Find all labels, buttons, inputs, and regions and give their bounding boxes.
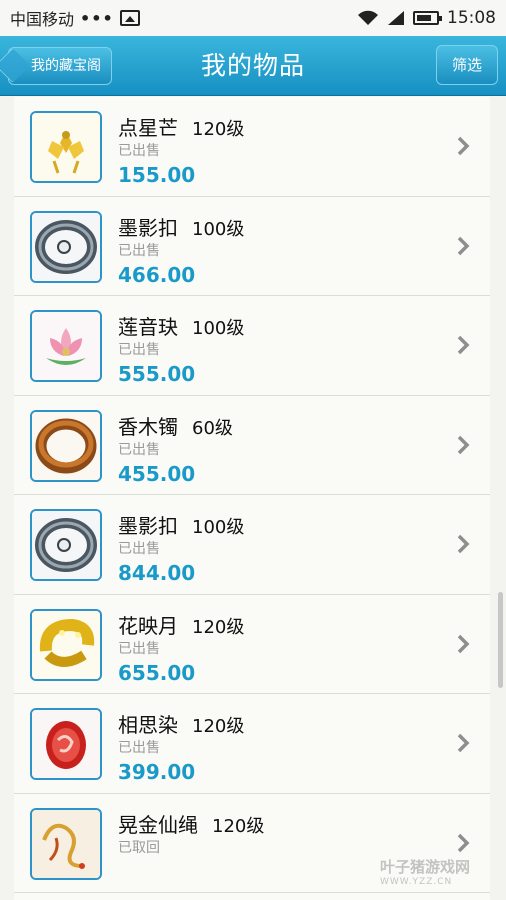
gold-bracelet-icon: [30, 608, 102, 681]
item-name: 晃金仙绳: [118, 812, 198, 837]
battery-icon: [413, 11, 442, 25]
chevron-right-icon: [457, 733, 470, 753]
list-item[interactable]: 墨影扣 100级 已出售 466.00: [14, 197, 490, 296]
item-name: 墨影扣: [118, 514, 178, 538]
item-price: 655.00: [118, 660, 196, 685]
item-status: 已出售: [118, 640, 160, 657]
item-status: 已出售: [118, 342, 160, 358]
back-button[interactable]: 我的藏宝阁: [8, 47, 112, 85]
filter-button[interactable]: 筛选: [436, 45, 498, 85]
item-name: 点星芒: [118, 116, 178, 140]
signal-icon: [387, 10, 405, 26]
wifi-icon: [357, 10, 379, 26]
item-name: 花映月: [118, 613, 178, 638]
clock: 15:08: [447, 8, 496, 28]
back-button-label: 我的藏宝阁: [31, 58, 101, 74]
item-level: 120级: [192, 716, 245, 737]
item-name: 香木镯: [118, 414, 178, 439]
wood-bangle-icon: [30, 409, 102, 482]
item-status: 已出售: [118, 740, 160, 756]
watermark-brand: 叶子猪: [380, 858, 426, 876]
item-price: 555.00: [118, 362, 196, 386]
red-gem-icon: [30, 708, 102, 780]
gold-rope-icon: [30, 807, 102, 880]
item-price: 466.00: [118, 262, 196, 287]
item-price: 155.00: [118, 163, 196, 187]
item-status: 已取回: [118, 839, 160, 856]
item-level: 60级: [192, 417, 233, 439]
item-level: 120级: [192, 616, 245, 638]
app-header: 我的物品 我的藏宝阁 筛选: [0, 36, 506, 96]
chevron-right-icon: [457, 136, 470, 156]
image-notification-icon: [119, 10, 140, 26]
chevron-right-icon: [457, 534, 470, 554]
list-item[interactable]: 相思染 120级 已出售 399.00: [14, 694, 490, 794]
item-level: 100级: [192, 517, 245, 538]
item-status: 已出售: [118, 441, 160, 458]
gold-lotus-ornament-icon: [30, 111, 102, 183]
item-price: 455.00: [118, 461, 196, 486]
item-name: 墨影扣: [118, 215, 178, 240]
item-list: 点星芒 120级 已出售 155.00 墨影扣 100级 已出售 466.00 莲音…: [14, 97, 490, 900]
watermark-suffix: 游戏网: [425, 858, 471, 876]
list-item[interactable]: 花映月 120级 已出售 655.00: [14, 595, 490, 694]
watermark-url: WWW.YZZ.CN: [380, 877, 453, 887]
item-name: 相思染: [118, 713, 178, 737]
list-item[interactable]: 香木镯 60级 已出售 455.00: [14, 396, 490, 495]
dark-ring-icon: [30, 210, 102, 283]
chevron-right-icon: [457, 634, 470, 653]
scrollbar[interactable]: [498, 592, 503, 688]
item-price: 844.00: [118, 561, 196, 585]
item-status: 已出售: [118, 541, 160, 557]
notification-dots: •••: [80, 8, 114, 28]
item-level: 100级: [192, 218, 245, 240]
item-price: 399.00: [118, 760, 196, 784]
pink-lotus-icon: [30, 310, 102, 382]
watermark: 叶子猪游戏网 WWW.YZZ.CN: [380, 856, 470, 887]
dark-ring-icon: [30, 509, 102, 581]
item-level: 100级: [192, 318, 245, 339]
item-level: 120级: [192, 119, 245, 140]
chevron-right-icon: [457, 236, 470, 255]
chevron-right-icon: [457, 435, 470, 454]
carrier-label: 中国移动: [10, 10, 75, 29]
item-status: 已出售: [118, 242, 160, 259]
list-item[interactable]: 莲音玦 100级 已出售 555.00: [14, 296, 490, 396]
list-item[interactable]: 点星芒 120级 已出售 155.00: [14, 97, 490, 197]
list-item[interactable]: 墨影扣 100级 已出售 844.00: [14, 495, 490, 595]
status-bar: 中国移动 ••• 15:08: [0, 0, 506, 36]
item-status: 已出售: [118, 143, 160, 159]
item-level: 120级: [212, 815, 265, 837]
item-name: 莲音玦: [118, 315, 178, 339]
chevron-right-icon: [457, 833, 470, 852]
chevron-right-icon: [457, 335, 470, 355]
